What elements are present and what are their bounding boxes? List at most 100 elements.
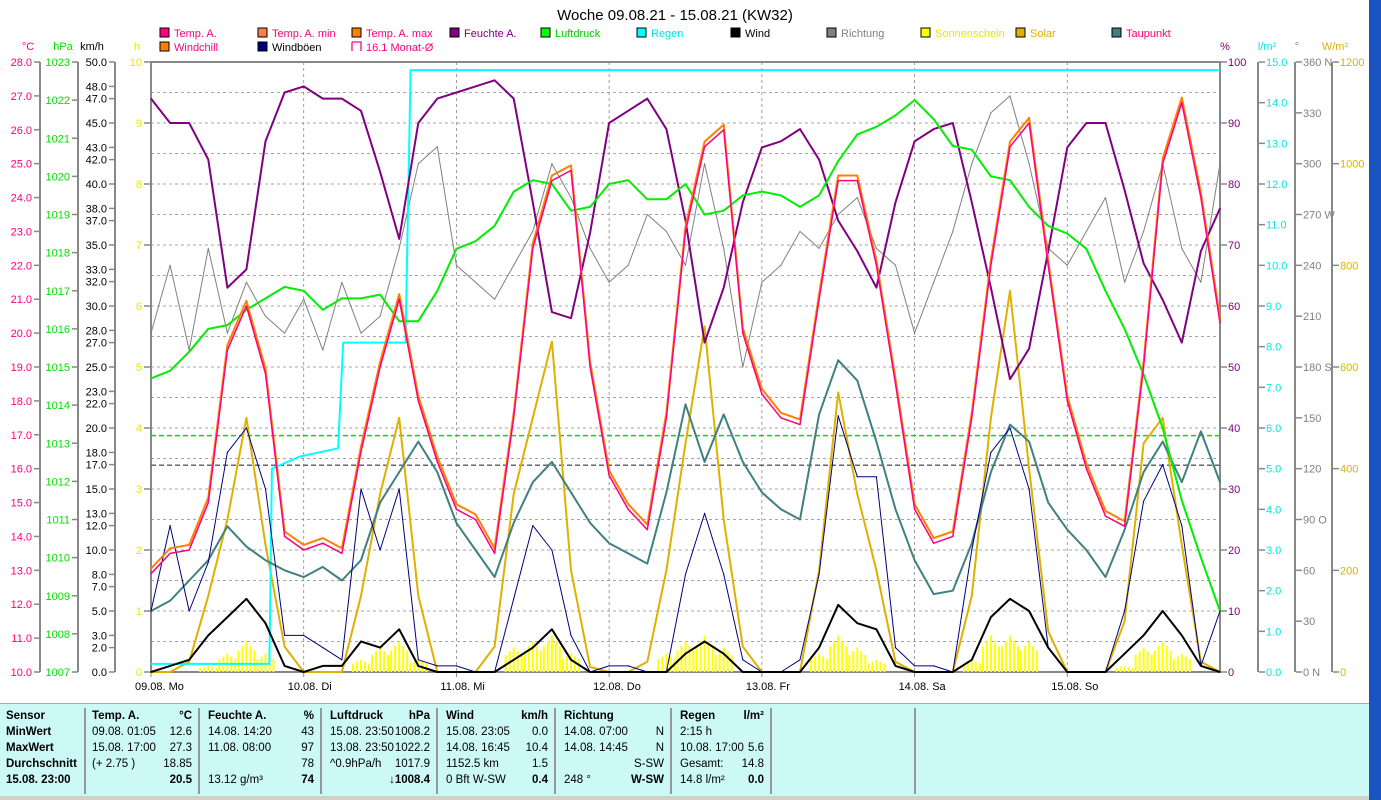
axis-tick-label: 22.0 — [11, 260, 32, 272]
data-point — [1009, 378, 1011, 380]
table-row: ^0.9hPa/h 1017.9 — [328, 756, 436, 772]
data-point — [436, 671, 438, 673]
data-point — [1028, 206, 1030, 208]
data-point — [1143, 230, 1145, 233]
data-point — [1162, 417, 1164, 419]
data-point — [894, 201, 897, 203]
data-point — [1066, 264, 1068, 266]
axis-tick-label: 10.0 — [1266, 260, 1287, 272]
data-point — [1219, 671, 1221, 673]
data-point — [570, 634, 572, 637]
data-point — [264, 622, 267, 624]
data-point — [322, 542, 324, 544]
data-point — [360, 297, 362, 299]
axis-tick-label: 1021 — [46, 133, 70, 145]
data-point — [703, 461, 706, 463]
data-point — [551, 461, 553, 463]
data-point — [398, 247, 400, 249]
axis-tick-label: 1016 — [46, 324, 70, 336]
data-point — [150, 98, 152, 100]
table-cell: 1152.5 km — [446, 758, 499, 770]
data-point — [398, 238, 400, 240]
data-point — [856, 133, 858, 136]
axis-tick-label: 3 — [136, 484, 142, 496]
data-point — [933, 665, 935, 667]
axis-tick-label: 0 — [136, 667, 142, 679]
data-point — [684, 653, 687, 655]
data-point — [1104, 290, 1107, 292]
table-cell-value: 20.5 — [169, 774, 192, 786]
data-point — [837, 604, 839, 606]
data-point — [1162, 427, 1164, 429]
data-point — [551, 174, 553, 177]
data-point — [570, 659, 572, 661]
table-row: 15.08. 23:50 1008.2 — [328, 724, 436, 740]
data-point — [856, 493, 858, 495]
data-point — [627, 552, 629, 554]
data-point — [1028, 163, 1030, 165]
table-cell-value: % — [303, 710, 314, 722]
table-column: Richtung 14.08. 07:00 N 14.08. 14:45 N S-SW 24… — [562, 708, 672, 794]
data-point — [1123, 281, 1126, 283]
data-point — [513, 191, 515, 193]
data-point — [589, 232, 591, 234]
data-point — [684, 573, 687, 576]
data-point — [245, 281, 248, 283]
data-point — [188, 610, 190, 612]
legend-label: Temp. A. max — [366, 28, 433, 40]
data-point — [990, 175, 992, 177]
axis-tick-label: 240 — [1303, 260, 1321, 272]
data-point — [627, 179, 629, 181]
desktop-background — [1369, 0, 1381, 800]
axis-tick-label: 1013 — [46, 438, 70, 450]
data-point — [1066, 671, 1068, 673]
data-point — [360, 332, 362, 334]
data-point — [1219, 207, 1221, 209]
data-point — [264, 559, 267, 561]
data-point — [837, 220, 839, 222]
axis-tick-label: 1010 — [46, 553, 70, 565]
data-point — [1085, 549, 1087, 551]
data-point — [264, 315, 267, 317]
data-point — [379, 493, 381, 495]
data-point — [551, 163, 553, 165]
data-point — [436, 471, 438, 473]
data-point — [1028, 610, 1030, 612]
data-point — [207, 561, 209, 563]
data-point — [188, 659, 190, 661]
data-point — [570, 569, 572, 571]
axis-tick-label: 27.0 — [86, 338, 107, 350]
axis-tick-label: 360 N — [1303, 57, 1332, 69]
table-cell: Gesamt: — [680, 758, 724, 770]
data-point — [1181, 96, 1183, 99]
data-point — [780, 671, 782, 673]
data-point — [360, 640, 362, 643]
data-point — [1200, 281, 1202, 283]
data-point — [284, 645, 286, 648]
table-cell: 10.08. 17:00 — [680, 742, 744, 754]
data-point — [398, 628, 400, 630]
data-point — [761, 491, 763, 493]
data-point — [1219, 610, 1221, 612]
axis-tick-label: 8.0 — [1266, 342, 1281, 354]
axis-tick-label: 5.0 — [1266, 464, 1281, 476]
data-point — [474, 240, 477, 242]
data-point — [436, 456, 438, 458]
data-point — [1143, 634, 1145, 637]
data-point — [207, 247, 209, 249]
axis-tick-label: 1015 — [46, 362, 70, 374]
legend-swatch-icon — [636, 27, 647, 38]
data-point — [742, 366, 744, 368]
table-row: Gesamt: 14.8 — [678, 756, 770, 772]
legend-label: Temp. A. min — [272, 28, 336, 40]
data-point — [1104, 515, 1107, 517]
data-point — [646, 661, 648, 663]
data-point — [494, 671, 496, 673]
weather-week-chart: Woche 09.08.21 - 15.08.21 (KW32) Temp. A.… — [11, 7, 1365, 693]
data-point — [1143, 442, 1145, 444]
axis-tick-label: 12.0 — [86, 521, 107, 533]
table-row: 15.08. 23:05 0.0 — [444, 724, 554, 740]
data-point — [398, 488, 400, 490]
data-point — [455, 522, 458, 524]
axis-tick-label: 18.0 — [11, 396, 32, 408]
